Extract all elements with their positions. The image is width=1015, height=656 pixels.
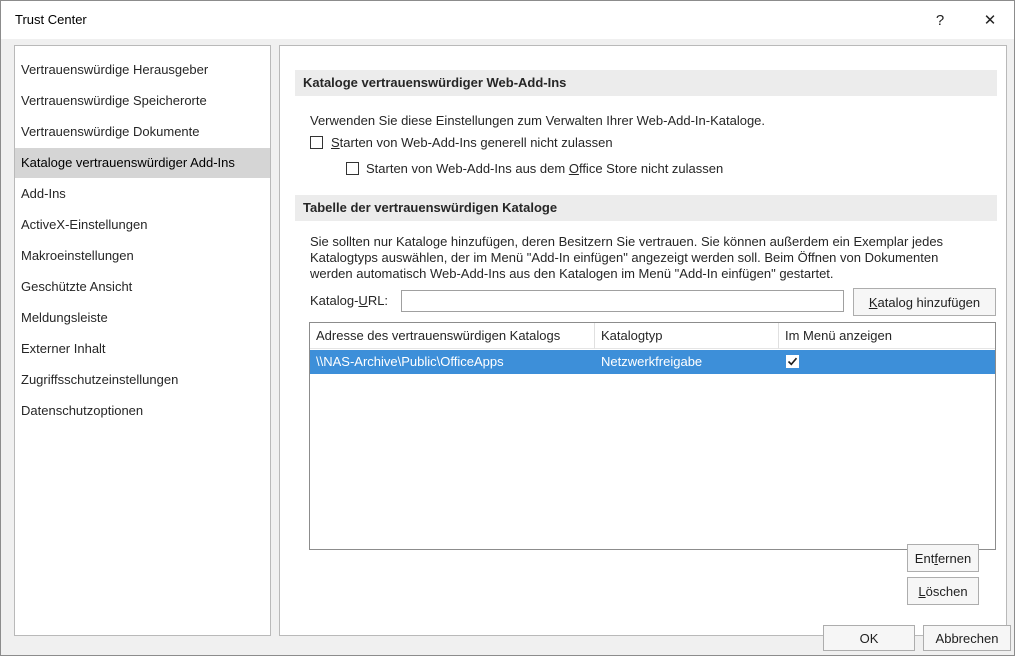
block-store-addins-label[interactable]: Starten von Web-Add-Ins aus dem Office S… — [366, 161, 723, 176]
remove-button[interactable]: Ent f ernen — [907, 544, 979, 572]
sidebar-item-trusted-publishers[interactable]: Vertrauenswürdige Herausgeber — [15, 55, 270, 85]
table-row[interactable]: \\NAS-Archive\Public\OfficeApps Netzwerk… — [310, 350, 995, 374]
catalog-url-label: Katalog-URL: — [310, 293, 389, 308]
help-icon: ? — [935, 11, 945, 29]
web-addins-section-header: Kataloge vertrauenswürdiger Web-Add-Ins — [295, 70, 997, 96]
ok-button[interactable]: OK — [823, 625, 915, 651]
catalog-description-line-2: Katalogtyps auswählen, der im Menü "Add-… — [310, 250, 939, 265]
sidebar-item-activex[interactable]: ActiveX-Einstellungen — [15, 210, 270, 240]
sidebar-item-trusted-documents[interactable]: Vertrauenswürdige Dokumente — [15, 117, 270, 147]
catalog-table-section-header: Tabelle der vertrauenswürdigen Kataloge — [295, 195, 997, 221]
catalog-type-cell: Netzwerkfreigabe — [601, 354, 703, 369]
sidebar: Vertrauenswürdige Herausgeber Vertrauens… — [14, 45, 271, 636]
title-bar: Trust Center ? ✕ — [1, 1, 1014, 39]
catalog-description-line-3: werden automatisch Web-Add-Ins aus den K… — [310, 266, 834, 281]
clear-button[interactable]: Löschen — [907, 577, 979, 605]
block-all-web-addins-checkbox[interactable] — [310, 136, 323, 149]
sidebar-item-external-content[interactable]: Externer Inhalt — [15, 334, 270, 364]
sidebar-item-message-bar[interactable]: Meldungsleiste — [15, 303, 270, 333]
block-store-addins-checkbox[interactable] — [346, 162, 359, 175]
block-all-web-addins-label[interactable]: Starten von Web-Add-Ins generell nicht z… — [331, 135, 613, 150]
column-header-show-in-menu[interactable]: Im Menü anzeigen — [779, 323, 995, 349]
catalog-address-cell: \\NAS-Archive\Public\OfficeApps — [316, 354, 504, 369]
column-header-type[interactable]: Katalogtyp — [595, 323, 779, 349]
catalog-url-input[interactable] — [401, 290, 844, 312]
sidebar-item-addins[interactable]: Add-Ins — [15, 179, 270, 209]
sidebar-item-protected-view[interactable]: Geschützte Ansicht — [15, 272, 270, 302]
catalog-description-line-1: Sie sollten nur Kataloge hinzufügen, der… — [310, 234, 944, 249]
web-addins-description: Verwenden Sie diese Einstellungen zum Ve… — [310, 113, 766, 128]
sidebar-item-trusted-addin-catalogs[interactable]: Kataloge vertrauenswürdiger Add-Ins — [15, 148, 270, 178]
close-button[interactable]: ✕ — [968, 5, 1012, 35]
sidebar-item-file-block[interactable]: Zugriffsschutzeinstellungen — [15, 365, 270, 395]
main-panel: Kataloge vertrauenswürdiger Web-Add-Ins … — [279, 45, 1007, 636]
checkmark-icon — [787, 357, 798, 366]
sidebar-item-macros[interactable]: Makroeinstellungen — [15, 241, 270, 271]
add-catalog-button[interactable]: Katalog hinzufügen — [853, 288, 996, 316]
sidebar-item-trusted-locations[interactable]: Vertrauenswürdige Speicherorte — [15, 86, 270, 116]
cancel-button[interactable]: Abbrechen — [923, 625, 1011, 651]
column-header-address[interactable]: Adresse des vertrauenswürdigen Katalogs — [310, 323, 595, 349]
show-in-menu-checkbox[interactable] — [786, 355, 799, 368]
help-button[interactable]: ? — [918, 5, 962, 35]
catalog-table[interactable]: Adresse des vertrauenswürdigen Katalogs … — [309, 322, 996, 550]
sidebar-item-privacy[interactable]: Datenschutzoptionen — [15, 396, 270, 426]
dialog-title: Trust Center — [15, 12, 87, 27]
trust-center-dialog: Trust Center ? ✕ Vertrauenswürdige Herau… — [0, 0, 1015, 656]
close-icon: ✕ — [983, 12, 997, 29]
